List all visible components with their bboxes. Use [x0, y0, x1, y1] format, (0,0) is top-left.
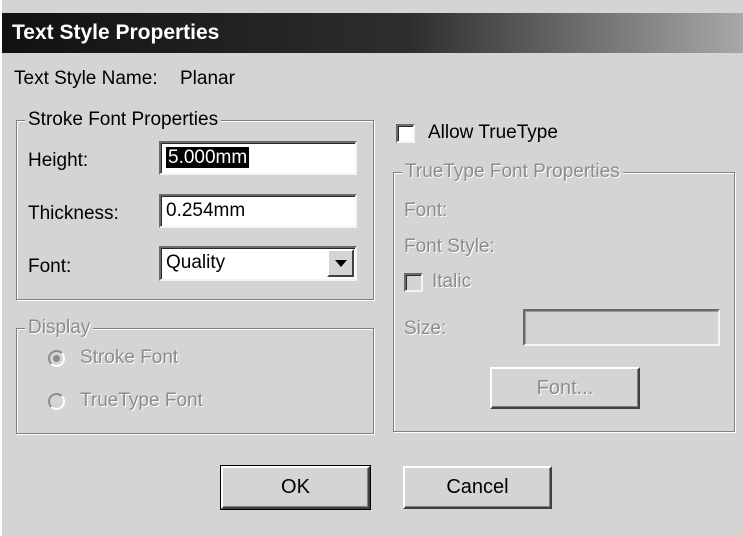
- tt-font-label: Font:: [404, 200, 448, 221]
- allow-truetype-checkbox[interactable]: [396, 124, 415, 143]
- stroke-font-radio-label: Stroke Font: [80, 347, 179, 368]
- cancel-button[interactable]: Cancel: [403, 466, 552, 509]
- dialog-title-bar[interactable]: Text Style Properties: [2, 13, 743, 53]
- ok-button[interactable]: OK: [220, 465, 371, 510]
- height-label: Height:: [28, 150, 89, 171]
- stroke-font-properties-legend: Stroke Font Properties: [25, 108, 222, 132]
- font-select[interactable]: Quality: [159, 246, 357, 281]
- radio-selected-dot-icon: [53, 355, 60, 362]
- truetype-font-properties-legend: TrueType Font Properties: [402, 160, 623, 184]
- ok-button-label: OK: [281, 476, 310, 498]
- dropdown-arrow-icon[interactable]: [327, 249, 354, 277]
- tt-font-button-label: Font...: [536, 377, 594, 399]
- height-input[interactable]: 5.000mm: [159, 141, 357, 175]
- display-group: Display: [16, 316, 374, 434]
- thickness-label: Thickness:: [28, 203, 119, 224]
- text-style-properties-dialog: Text Style Properties Text Style Name: P…: [2, 0, 743, 536]
- stroke-font-radio[interactable]: [48, 350, 65, 367]
- allow-truetype-label: Allow TrueType: [428, 122, 558, 143]
- thickness-input[interactable]: 0.254mm: [159, 194, 357, 228]
- font-select-value: Quality: [166, 252, 226, 273]
- height-input-value: 5.000mm: [166, 147, 250, 168]
- tt-size-label: Size:: [404, 318, 447, 339]
- font-label: Font:: [28, 256, 72, 277]
- tt-font-style-label: Font Style:: [404, 236, 495, 257]
- italic-checkbox[interactable]: [404, 273, 423, 292]
- display-legend: Display: [25, 316, 94, 340]
- style-name-value: Planar: [180, 68, 235, 89]
- thickness-input-value: 0.254mm: [166, 200, 246, 221]
- italic-label: Italic: [432, 271, 472, 292]
- truetype-font-radio-label: TrueType Font: [80, 390, 203, 411]
- truetype-font-radio[interactable]: [48, 393, 65, 410]
- tt-font-button[interactable]: Font...: [490, 367, 640, 409]
- tt-size-input[interactable]: [523, 309, 720, 346]
- style-name-label: Text Style Name:: [14, 68, 158, 89]
- cancel-button-label: Cancel: [446, 476, 509, 498]
- dialog-title: Text Style Properties: [12, 21, 220, 44]
